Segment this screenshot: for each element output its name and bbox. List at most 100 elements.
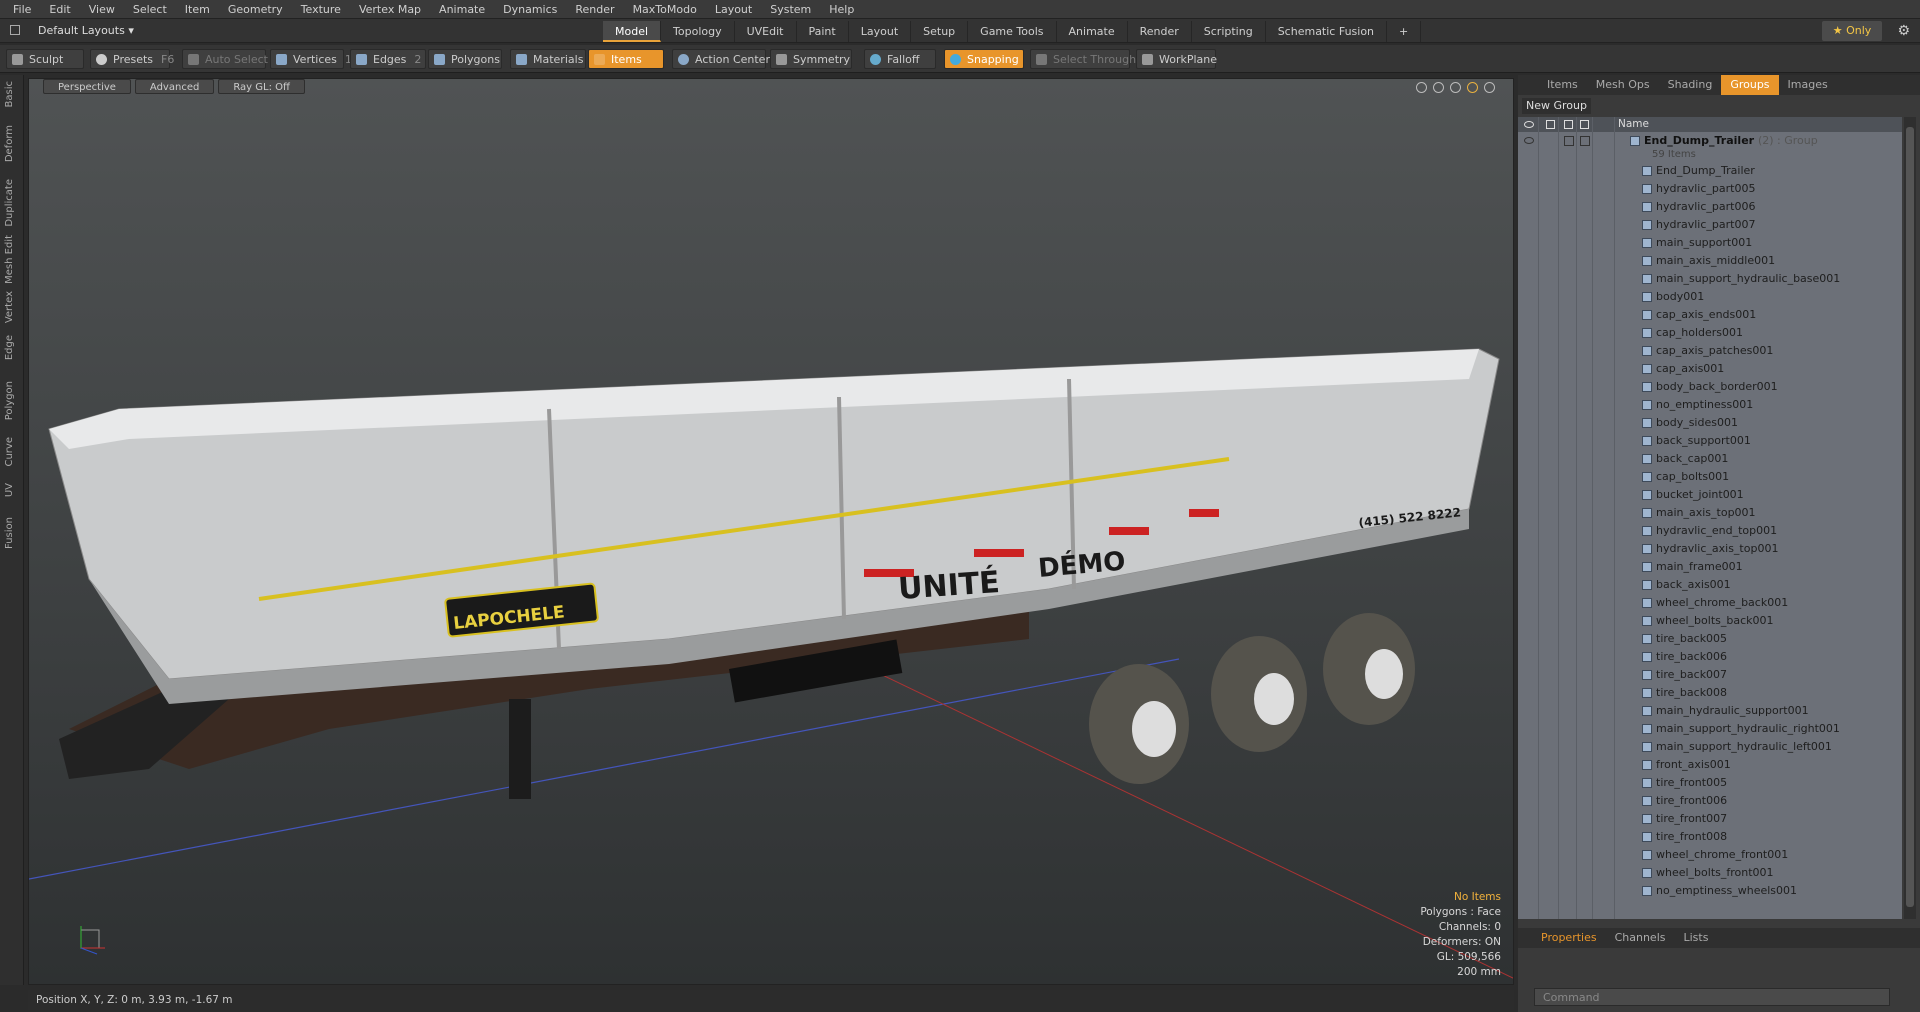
gear-icon[interactable]: ⚙: [1897, 23, 1910, 39]
menu-system[interactable]: System: [761, 0, 820, 19]
list-item[interactable]: main_hydraulic_support001: [1518, 702, 1902, 720]
menu-texture[interactable]: Texture: [292, 0, 350, 19]
menu-animate[interactable]: Animate: [430, 0, 494, 19]
list-item[interactable]: back_axis001: [1518, 576, 1902, 594]
left-tab-vertex[interactable]: Vertex: [4, 291, 20, 323]
tab-model[interactable]: Model: [603, 21, 662, 42]
menu-maxtomodo[interactable]: MaxToModo: [624, 0, 706, 19]
menu-help[interactable]: Help: [820, 0, 863, 19]
scroll-thumb[interactable]: [1906, 127, 1914, 907]
only-toggle[interactable]: ★ Only: [1822, 21, 1882, 41]
render-col-icon[interactable]: [1546, 120, 1555, 129]
tab-paint[interactable]: Paint: [797, 21, 849, 42]
list-item[interactable]: hydravlic_part007: [1518, 216, 1902, 234]
tab-shading[interactable]: Shading: [1659, 75, 1722, 95]
visibility-col-icon[interactable]: [1524, 121, 1534, 128]
list-item[interactable]: tire_front005: [1518, 774, 1902, 792]
list-item[interactable]: tire_back006: [1518, 648, 1902, 666]
tab-game-tools[interactable]: Game Tools: [968, 21, 1057, 42]
layouts-icon[interactable]: [10, 25, 20, 35]
menu-layout[interactable]: Layout: [706, 0, 761, 19]
tab-images[interactable]: Images: [1779, 75, 1837, 95]
move-view-icon[interactable]: [1416, 82, 1427, 93]
fit-view-icon[interactable]: [1467, 82, 1478, 93]
list-item[interactable]: wheel_bolts_front001: [1518, 864, 1902, 882]
menu-dynamics[interactable]: Dynamics: [494, 0, 566, 19]
menu-file[interactable]: File: [4, 0, 40, 19]
list-item[interactable]: main_support001: [1518, 234, 1902, 252]
list-item[interactable]: hydravlic_part006: [1518, 198, 1902, 216]
edges-button[interactable]: Edges 2: [350, 49, 426, 69]
list-item[interactable]: tire_front008: [1518, 828, 1902, 846]
left-tab-deform[interactable]: Deform: [4, 125, 20, 162]
materials-button[interactable]: Materials: [510, 49, 586, 69]
groups-scrollbar[interactable]: [1904, 117, 1916, 919]
list-item[interactable]: hydravlic_end_top001: [1518, 522, 1902, 540]
sculpt-button[interactable]: Sculpt: [6, 49, 84, 69]
tab-uvedit[interactable]: UVEdit: [735, 21, 797, 42]
list-item[interactable]: wheel_chrome_back001: [1518, 594, 1902, 612]
tab-scripting[interactable]: Scripting: [1192, 21, 1266, 42]
tab-channels[interactable]: Channels: [1606, 928, 1675, 948]
list-item[interactable]: cap_holders001: [1518, 324, 1902, 342]
select-toggle[interactable]: [1580, 136, 1590, 146]
tab-groups[interactable]: Groups: [1721, 75, 1779, 95]
list-item[interactable]: tire_back008: [1518, 684, 1902, 702]
symmetry-button[interactable]: Symmetry: [770, 49, 852, 69]
view-mode-button[interactable]: Perspective: [43, 79, 131, 94]
list-item[interactable]: main_axis_top001: [1518, 504, 1902, 522]
select-col-icon[interactable]: [1580, 120, 1589, 129]
left-tab-basic[interactable]: Basic: [4, 81, 20, 107]
left-tab-uv[interactable]: UV: [4, 483, 20, 497]
zoom-view-icon[interactable]: [1450, 82, 1461, 93]
list-item[interactable]: cap_bolts001: [1518, 468, 1902, 486]
list-item[interactable]: no_emptiness_wheels001: [1518, 882, 1902, 900]
menu-edit[interactable]: Edit: [40, 0, 79, 19]
list-item[interactable]: tire_front007: [1518, 810, 1902, 828]
advanced-button[interactable]: Advanced: [134, 79, 215, 94]
menu-view[interactable]: View: [80, 0, 124, 19]
presets-button[interactable]: Presets F6: [90, 49, 174, 69]
tab-animate[interactable]: Animate: [1057, 21, 1128, 42]
list-item[interactable]: cap_axis001: [1518, 360, 1902, 378]
auto-select-button[interactable]: Auto Select: [182, 49, 268, 69]
raygl-button[interactable]: Ray GL: Off: [218, 79, 305, 94]
list-item[interactable]: tire_front006: [1518, 792, 1902, 810]
list-item[interactable]: hydravlic_axis_top001: [1518, 540, 1902, 558]
list-item[interactable]: tire_back007: [1518, 666, 1902, 684]
list-item[interactable]: End_Dump_Trailer: [1518, 162, 1902, 180]
list-item[interactable]: no_emptiness001: [1518, 396, 1902, 414]
left-tab-fusion[interactable]: Fusion: [4, 517, 20, 549]
lock-col-icon[interactable]: [1564, 120, 1573, 129]
groups-list[interactable]: Name End_Dump_Trailer (2) : Group 59 Item…: [1518, 117, 1902, 919]
list-item[interactable]: main_axis_middle001: [1518, 252, 1902, 270]
tab-items[interactable]: Items: [1538, 75, 1587, 95]
vertices-button[interactable]: Vertices 1: [270, 49, 352, 69]
falloff-button[interactable]: Falloff: [864, 49, 936, 69]
tab-topology[interactable]: Topology: [661, 21, 735, 42]
list-item[interactable]: wheel_chrome_front001: [1518, 846, 1902, 864]
left-tab-edge[interactable]: Edge: [4, 335, 20, 360]
menu-vertex-map[interactable]: Vertex Map: [350, 0, 430, 19]
list-item[interactable]: body001: [1518, 288, 1902, 306]
menu-item[interactable]: Item: [176, 0, 219, 19]
viewport-settings-icon[interactable]: [1484, 82, 1495, 93]
list-item[interactable]: cap_axis_patches001: [1518, 342, 1902, 360]
3d-viewport[interactable]: LAPOCHELE UNITÉ DÉMO (415) 522 8222 Pers…: [28, 78, 1514, 985]
list-item[interactable]: body_back_border001: [1518, 378, 1902, 396]
menu-select[interactable]: Select: [124, 0, 176, 19]
tab-properties[interactable]: Properties: [1532, 928, 1606, 948]
tab-layout[interactable]: Layout: [849, 21, 912, 42]
add-tab-icon[interactable]: +: [1387, 21, 1422, 42]
new-group-button[interactable]: New Group: [1522, 98, 1591, 114]
snapping-button[interactable]: Snapping: [944, 49, 1024, 69]
list-item[interactable]: tire_back005: [1518, 630, 1902, 648]
list-item[interactable]: main_support_hydraulic_left001: [1518, 738, 1902, 756]
action-center-button[interactable]: Action Center: [672, 49, 770, 69]
lock-toggle[interactable]: [1564, 136, 1574, 146]
rotate-view-icon[interactable]: [1433, 82, 1444, 93]
tab-render[interactable]: Render: [1128, 21, 1192, 42]
items-button[interactable]: Items: [588, 49, 664, 69]
list-item[interactable]: main_frame001: [1518, 558, 1902, 576]
list-item[interactable]: wheel_bolts_back001: [1518, 612, 1902, 630]
